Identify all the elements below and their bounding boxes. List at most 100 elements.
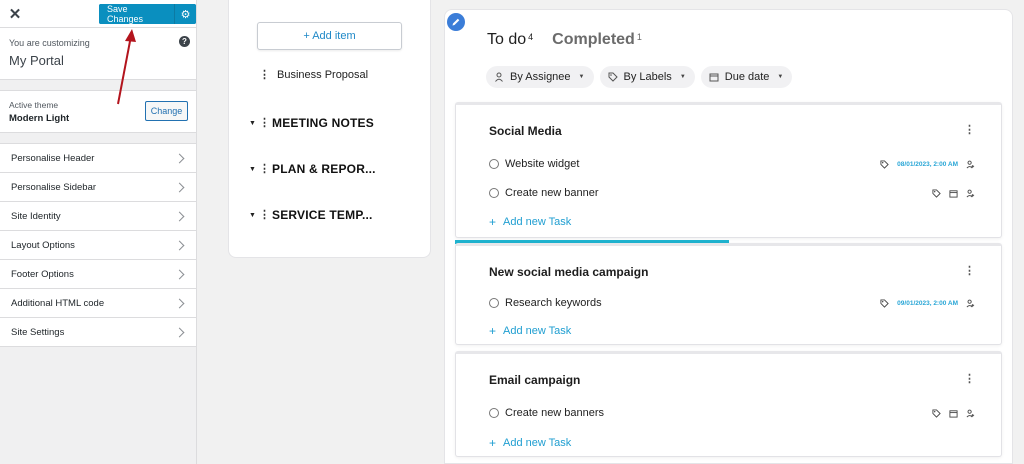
chevron-right-icon [174, 182, 185, 192]
task-meta: 09/01/2023, 2:00 AM [880, 298, 975, 308]
close-icon[interactable]: ✕ [0, 0, 30, 28]
list-item-business-proposal[interactable]: ⋮ Business Proposal [259, 69, 368, 81]
task-card-social-media: Social Media ⋮ Website widget 08/01/2023… [455, 102, 1002, 238]
tag-icon[interactable] [880, 159, 889, 169]
task-board: To do 4 Completed 1 By Assignee ▼ By Lab… [444, 9, 1013, 464]
add-new-task-button[interactable]: + Add new Task [489, 436, 571, 450]
filter-label: Due date [724, 71, 770, 83]
menu-item-site-identity[interactable]: Site Identity [0, 202, 196, 231]
list-group-service-template[interactable]: ▼ ⋮ SERVICE TEMP... [249, 208, 373, 222]
complete-task-radio[interactable] [489, 408, 499, 418]
menu-item-personalise-header[interactable]: Personalise Header [0, 144, 196, 173]
chevron-right-icon [174, 327, 185, 337]
caret-down-icon: ▼ [777, 74, 784, 80]
tab-completed[interactable]: Completed 1 [552, 31, 642, 49]
menu-item-additional-html[interactable]: Additional HTML code [0, 289, 196, 318]
add-new-task-button[interactable]: + Add new Task [489, 215, 571, 229]
tag-icon[interactable] [932, 408, 941, 418]
filter-label: By Assignee [510, 71, 571, 83]
task-name[interactable]: Research keywords [505, 297, 880, 309]
menu-item-footer-options[interactable]: Footer Options [0, 260, 196, 289]
assign-user-icon[interactable] [966, 299, 975, 308]
gear-icon[interactable]: ⚙ [174, 4, 196, 24]
calendar-icon[interactable] [949, 189, 958, 198]
drag-handle-icon[interactable]: ⋮ [259, 117, 270, 129]
menu-item-site-settings[interactable]: Site Settings [0, 318, 196, 347]
menu-item-layout-options[interactable]: Layout Options [0, 231, 196, 260]
tag-icon [608, 72, 618, 82]
caret-down-icon[interactable]: ▼ [249, 166, 259, 173]
menu-item-label: Personalise Sidebar [11, 181, 97, 193]
chevron-right-icon [174, 240, 185, 250]
board-tabs: To do 4 Completed 1 [487, 31, 642, 49]
active-theme-section: Active theme Modern Light Change [0, 90, 196, 133]
assign-user-icon[interactable] [966, 189, 975, 198]
customizing-info: You are customizing My Portal ? [0, 28, 196, 80]
change-theme-button[interactable]: Change [145, 101, 188, 121]
list-group-label: PLAN & REPOR... [272, 162, 376, 176]
task-name[interactable]: Create new banners [505, 407, 932, 419]
assign-user-icon[interactable] [966, 409, 975, 418]
menu-item-label: Site Identity [11, 210, 61, 222]
tab-to-do[interactable]: To do 4 [487, 31, 533, 49]
chevron-right-icon [174, 298, 185, 308]
task-row: Create new banners [489, 404, 975, 422]
save-changes-label[interactable]: Save Changes [99, 4, 175, 24]
help-icon[interactable]: ? [179, 36, 190, 47]
tag-icon[interactable] [932, 188, 941, 198]
add-task-label: Add new Task [503, 216, 572, 228]
menu-item-label: Personalise Header [11, 152, 95, 164]
complete-task-radio[interactable] [489, 298, 499, 308]
tab-label: Completed [552, 31, 635, 48]
menu-item-label: Site Settings [11, 326, 65, 338]
card-title: Social Media [489, 124, 562, 138]
menu-item-label: Footer Options [11, 268, 74, 280]
chevron-right-icon [174, 269, 185, 279]
tab-count: 1 [636, 32, 642, 42]
list-group-plan-report[interactable]: ▼ ⋮ PLAN & REPOR... [249, 162, 376, 176]
caret-down-icon[interactable]: ▼ [249, 212, 259, 219]
drag-handle-icon[interactable]: ⋮ [259, 69, 270, 81]
menu-item-label: Layout Options [11, 239, 75, 251]
add-task-label: Add new Task [503, 325, 572, 337]
caret-down-icon[interactable]: ▼ [249, 120, 259, 127]
filter-due-date[interactable]: Due date ▼ [700, 66, 793, 88]
board-filters: By Assignee ▼ By Labels ▼ Due date ▼ [486, 66, 793, 88]
more-options-icon[interactable]: ⋮ [964, 266, 975, 277]
assign-user-icon[interactable] [966, 160, 975, 169]
task-row: Create new banner [489, 184, 975, 202]
caret-down-icon: ▼ [679, 74, 686, 80]
customizing-label: You are customizing [9, 38, 90, 48]
add-item-button[interactable]: + Add item [257, 22, 402, 50]
menu-item-personalise-sidebar[interactable]: Personalise Sidebar [0, 173, 196, 202]
pencil-icon[interactable] [447, 13, 465, 31]
complete-task-radio[interactable] [489, 159, 499, 169]
person-icon [495, 72, 503, 82]
task-meta [932, 188, 975, 198]
filter-label: By Labels [623, 71, 672, 83]
task-meta: 08/01/2023, 2:00 AM [880, 159, 975, 169]
list-panel: + Add item ⋮ Business Proposal ▼ ⋮ MEETI… [228, 0, 431, 258]
plus-icon: + [489, 215, 497, 229]
tag-icon[interactable] [880, 298, 889, 308]
save-changes-button[interactable]: Save Changes ⚙ [99, 4, 196, 24]
list-group-meeting-notes[interactable]: ▼ ⋮ MEETING NOTES [249, 116, 374, 130]
task-due-date[interactable]: 08/01/2023, 2:00 AM [897, 161, 958, 168]
filter-by-assignee[interactable]: By Assignee ▼ [486, 66, 594, 88]
caret-down-icon: ▼ [578, 74, 585, 80]
task-row: Website widget 08/01/2023, 2:00 AM [489, 155, 975, 173]
complete-task-radio[interactable] [489, 188, 499, 198]
drag-handle-icon[interactable]: ⋮ [259, 209, 270, 221]
more-options-icon[interactable]: ⋮ [964, 374, 975, 385]
task-name[interactable]: Create new banner [505, 187, 932, 199]
filter-by-labels[interactable]: By Labels ▼ [599, 66, 695, 88]
drag-handle-icon[interactable]: ⋮ [259, 163, 270, 175]
more-options-icon[interactable]: ⋮ [964, 125, 975, 136]
task-meta [932, 408, 975, 418]
task-name[interactable]: Website widget [505, 158, 880, 170]
list-group-label: SERVICE TEMP... [272, 208, 373, 222]
add-new-task-button[interactable]: + Add new Task [489, 324, 571, 338]
customizer-header: ✕ Save Changes ⚙ [0, 0, 196, 28]
calendar-icon[interactable] [949, 409, 958, 418]
task-due-date[interactable]: 09/01/2023, 2:00 AM [897, 300, 958, 307]
